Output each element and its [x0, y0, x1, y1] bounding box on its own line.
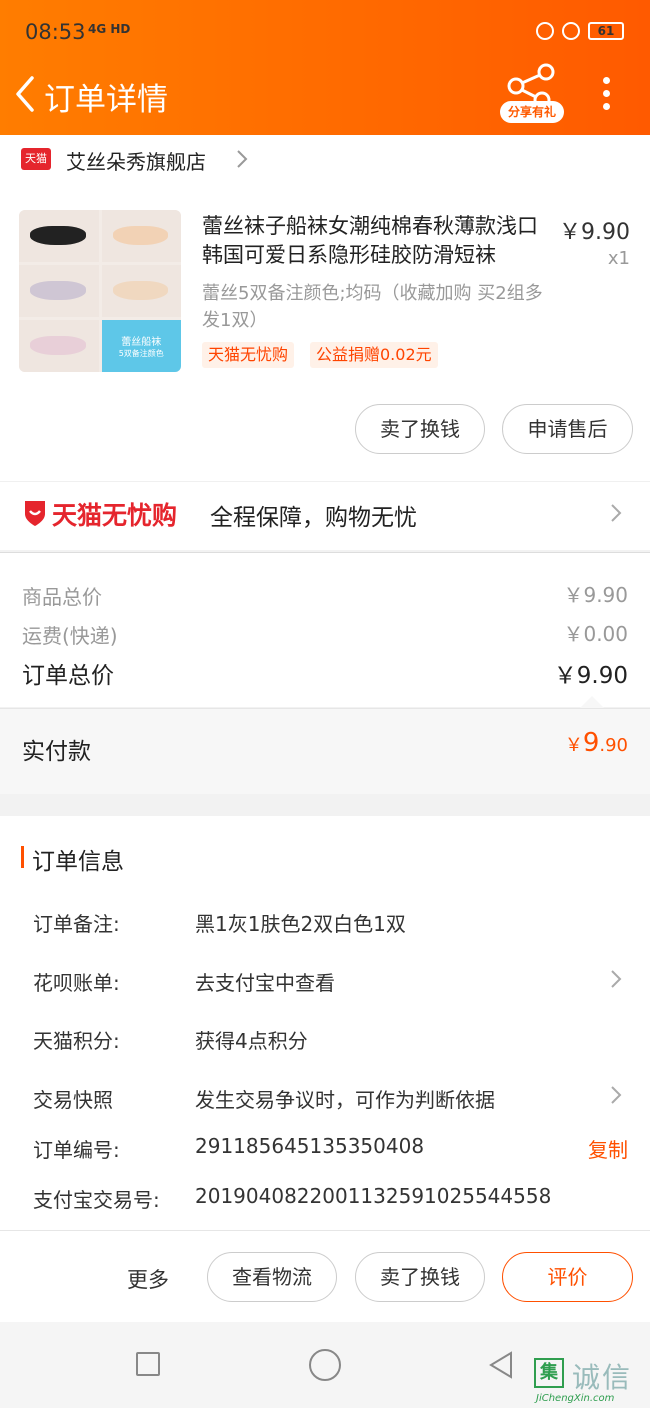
more-button[interactable]: 更多 [127, 1264, 169, 1294]
huabei-bill-value[interactable]: 去支付宝中查看 [195, 967, 335, 996]
product-thumbnail[interactable]: 蕾丝船袜 5双备注颜色 [19, 210, 181, 372]
order-total-label: 订单总价 [22, 663, 114, 689]
copy-button[interactable]: 复制 [588, 1134, 628, 1163]
watermark-logo: 集 诚信 JiChengXin.com [530, 1356, 648, 1406]
sell-button-bottom[interactable]: 卖了换钱 [355, 1252, 485, 1302]
paid-label: 实付款 [22, 739, 91, 765]
order-number-value: 291185645135350408 [195, 1134, 425, 1158]
shipping-label: 运费(快递) [22, 624, 118, 648]
goods-total-value: ￥9.90 [563, 583, 628, 607]
share-gift-label[interactable]: 分享有礼 [500, 101, 564, 123]
paid-currency: ￥ [564, 735, 583, 756]
back-arrow-icon[interactable] [12, 74, 38, 114]
tmall-store-badge: 天猫 [21, 148, 51, 170]
after-sale-button[interactable]: 申请售后 [502, 404, 633, 454]
chevron-right-icon[interactable] [236, 148, 248, 170]
shipping-value: ￥0.00 [563, 622, 628, 646]
battery-icon: 61 [588, 22, 624, 40]
nav-back-icon[interactable] [487, 1350, 515, 1380]
section-accent-bar [21, 846, 24, 868]
chevron-right-icon[interactable] [610, 502, 622, 524]
watermark-mark: 集 [534, 1358, 564, 1388]
watermark-en: JiChengXin.com [536, 1393, 615, 1404]
product-quantity: x1 [607, 248, 630, 269]
order-number-label: 订单编号: [33, 1138, 120, 1162]
order-note-value: 黑1灰1肤色2双白色1双 [195, 912, 406, 936]
paid-integer: 9 [582, 728, 600, 758]
status-bar: 08:53 4G HD 61 [0, 0, 650, 66]
network-indicator: 4G HD [88, 22, 131, 36]
order-info-title: 订单信息 [32, 849, 124, 875]
alipay-trade-value: 2019040822001132591025544558 [195, 1184, 552, 1208]
chevron-right-icon[interactable] [610, 1084, 622, 1106]
order-note-label: 订单备注: [33, 912, 120, 936]
chevron-right-icon[interactable] [610, 968, 622, 990]
paid-amount-row [0, 708, 650, 794]
trade-snapshot-label: 交易快照 [33, 1088, 113, 1112]
watermark-cn: 诚信 [572, 1361, 633, 1394]
more-options-icon[interactable] [596, 74, 616, 112]
tag-tmall-worry-free: 天猫无忧购 [202, 342, 295, 368]
thumb-caption-2: 5双备注颜色 [118, 349, 164, 358]
order-total-value: ￥9.90 [553, 663, 628, 689]
store-name[interactable]: 艾丝朵秀旗舰店 [66, 146, 206, 175]
product-title[interactable]: 蕾丝袜子船袜女潮纯棉春秋薄款浅口韩国可爱日系隐形硅胶防滑短袜 [202, 212, 547, 270]
pointer-notch [580, 696, 604, 708]
recent-apps-icon[interactable] [136, 1352, 160, 1376]
alipay-trade-label: 支付宝交易号: [33, 1188, 160, 1212]
goods-total-label: 商品总价 [22, 585, 102, 609]
product-spec: 蕾丝5双备注颜色;均码（收藏加购 买2组多发1双） [202, 283, 543, 331]
shield-icon [25, 501, 45, 526]
review-button[interactable]: 评价 [502, 1252, 633, 1302]
tmall-points-label: 天猫积分: [33, 1029, 120, 1053]
trade-snapshot-value[interactable]: 发生交易争议时，可作为判断依据 [195, 1084, 495, 1113]
home-icon[interactable] [309, 1349, 341, 1381]
paid-value: ￥9.90 [565, 728, 628, 758]
alarm-icon [562, 22, 580, 40]
thumb-caption-1: 蕾丝船袜 [121, 337, 162, 348]
huabei-bill-label: 花呗账单: [33, 971, 120, 995]
guarantee-brand: 天猫无忧购 [52, 501, 178, 530]
page-title: 订单详情 [44, 82, 168, 118]
view-logistics-button[interactable]: 查看物流 [207, 1252, 337, 1302]
status-time: 08:53 [25, 20, 86, 44]
status-icons: 61 [536, 22, 624, 40]
tmall-points-value: 获得4点积分 [195, 1029, 308, 1053]
lock-icon [536, 22, 554, 40]
tag-charity: 公益捐赠0.02元 [310, 342, 438, 368]
product-price: ￥9.90 [559, 220, 630, 245]
paid-decimal: .90 [599, 735, 628, 756]
sell-button[interactable]: 卖了换钱 [355, 404, 485, 454]
order-info-section [0, 816, 650, 1230]
guarantee-desc: 全程保障，购物无忧 [210, 505, 417, 531]
